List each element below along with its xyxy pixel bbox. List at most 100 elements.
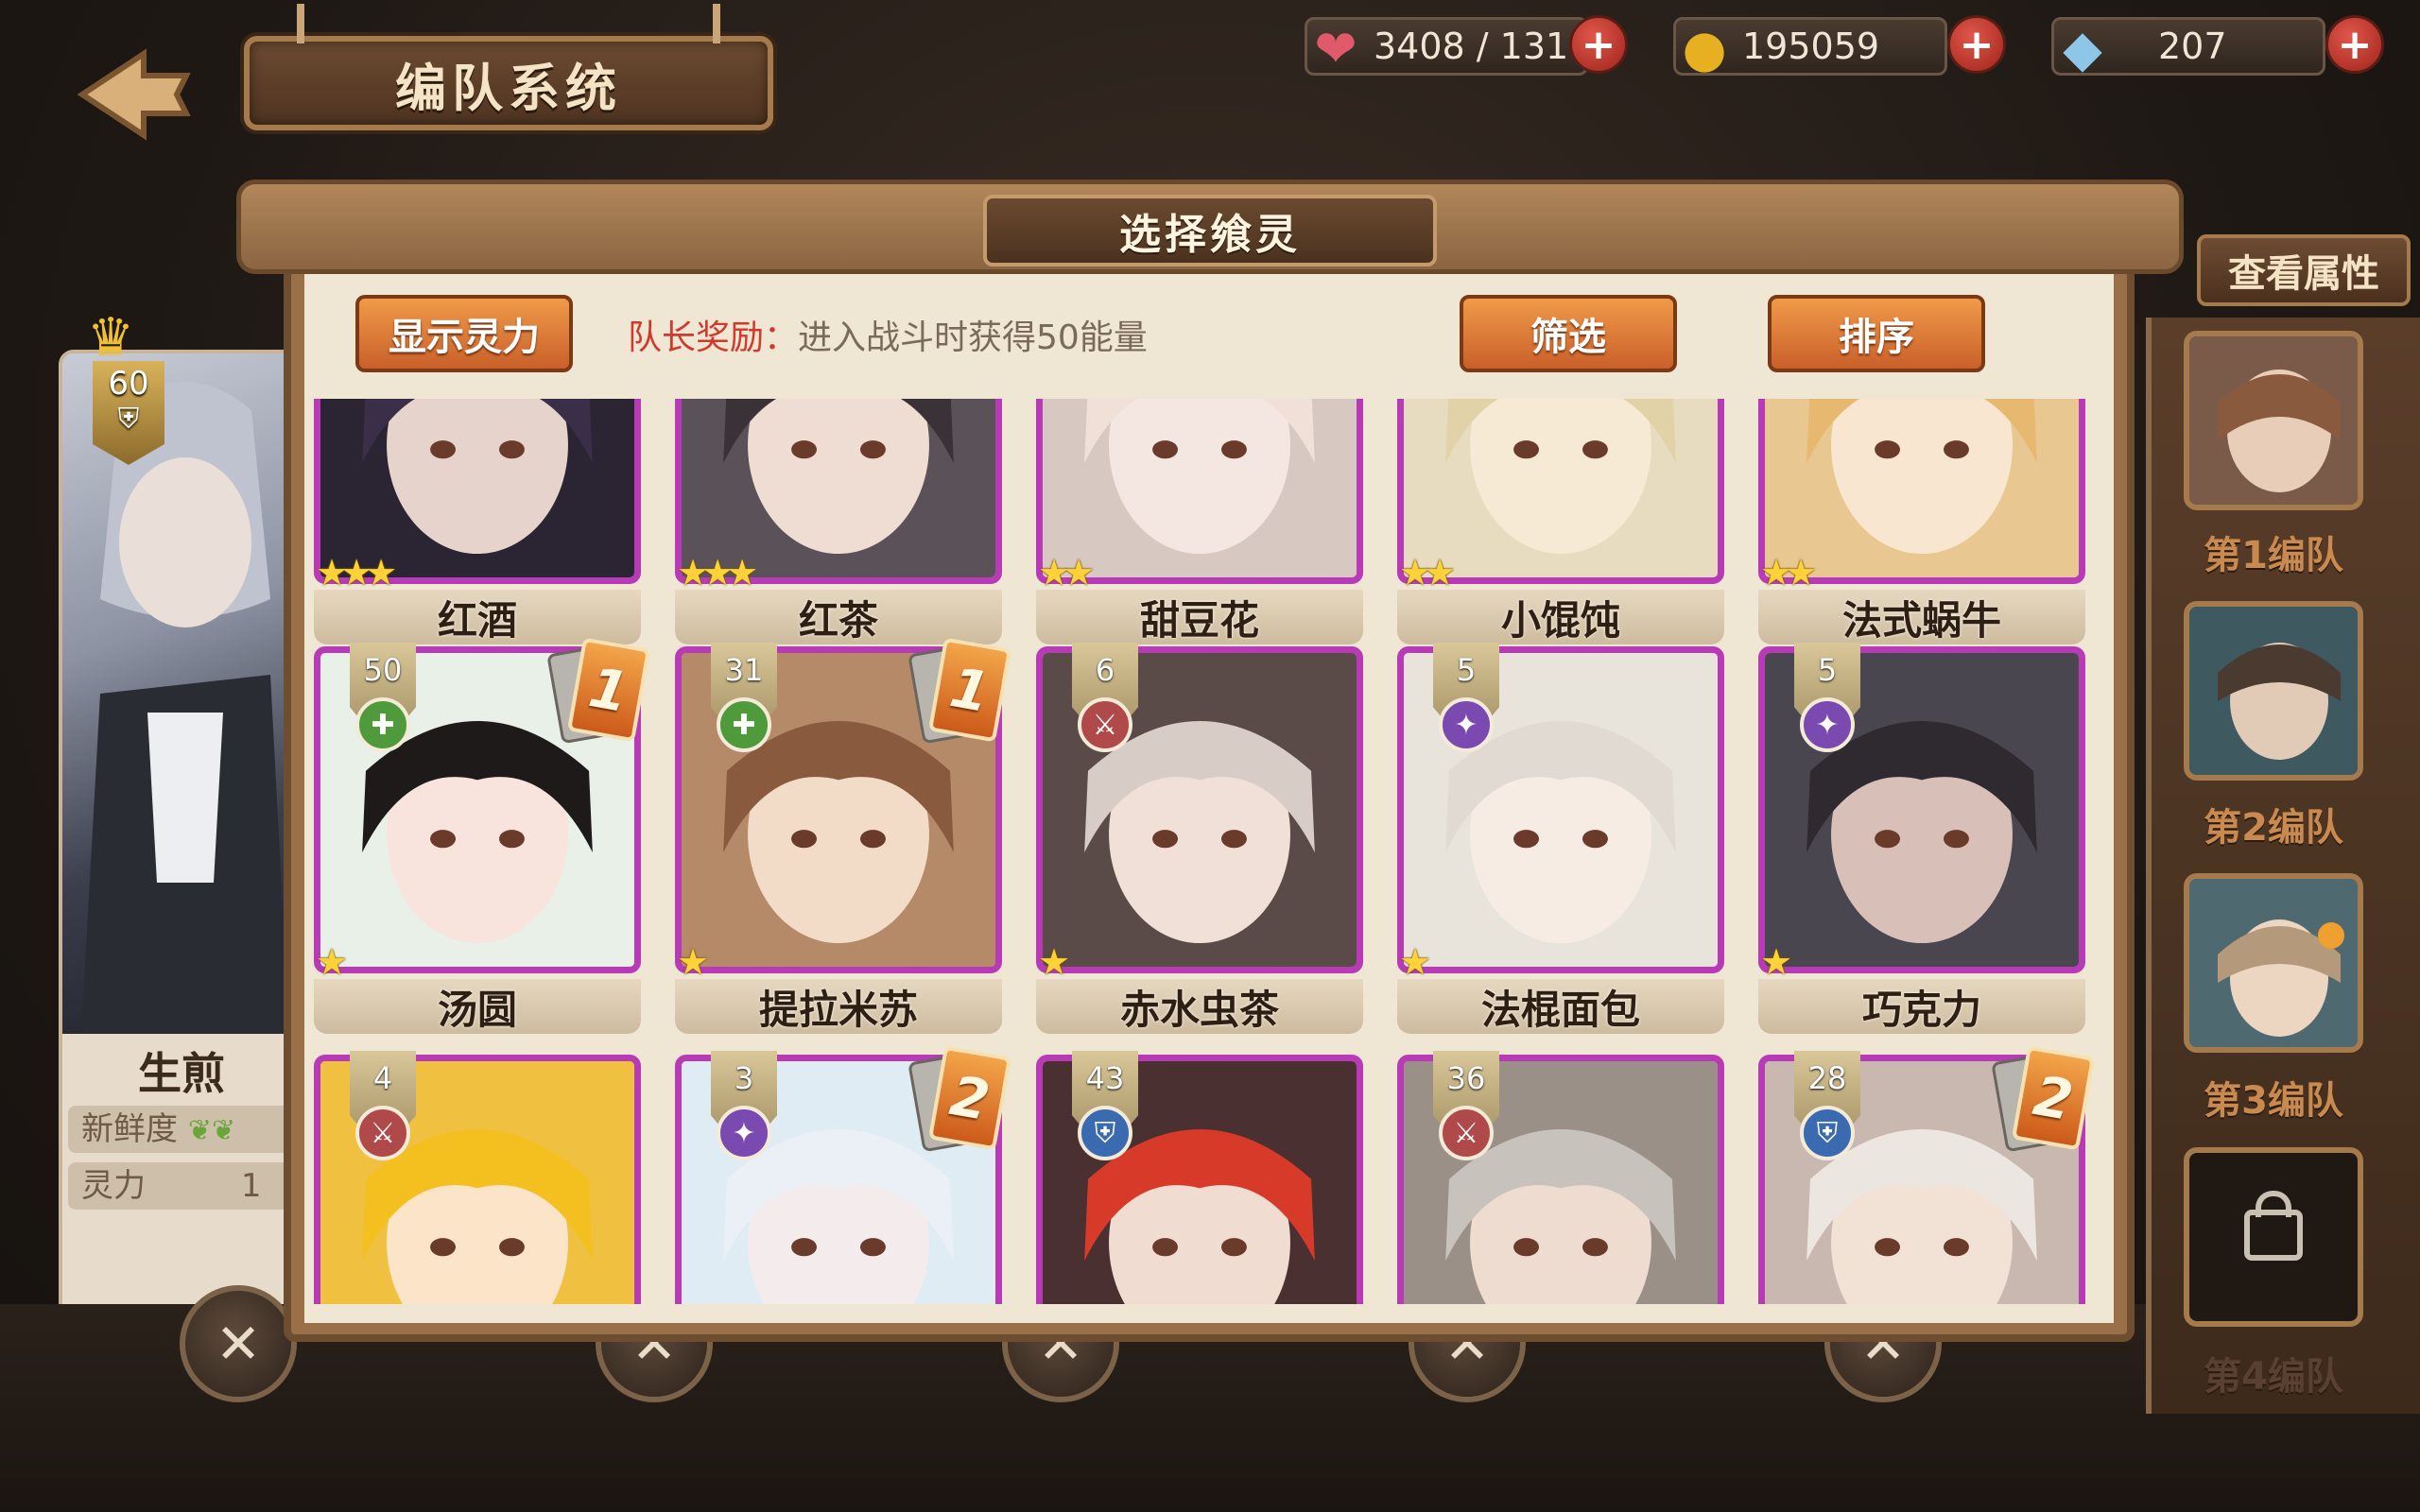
character-name: 提拉米苏 — [675, 979, 1002, 1034]
magic-role-icon: ✦ — [1800, 697, 1855, 752]
team-label-4: 第4编队 — [2204, 1355, 2343, 1399]
star-rating-icon: ★ — [1399, 941, 1431, 983]
filter-button[interactable]: 筛选 — [1460, 295, 1677, 372]
defense-role-icon: ⛨ — [1078, 1106, 1132, 1160]
gold-coin-icon: ● — [1682, 18, 1727, 78]
plus-icon: + — [2337, 20, 2373, 69]
plus-icon: + — [1959, 20, 1995, 69]
shield-icon: ⛨ — [117, 403, 140, 436]
spirit-label: 灵力 — [81, 1167, 146, 1205]
team-card-badge: 1 — [546, 637, 651, 750]
page-title-board: 编队系统 — [244, 4, 773, 130]
team-slot-2[interactable] — [2184, 601, 2363, 781]
magic-role-icon: ✦ — [1439, 697, 1494, 752]
team-label-1: 第1编队 — [2204, 534, 2343, 577]
character-name: 汤圆 — [314, 979, 641, 1034]
character-name: 红酒 — [314, 590, 641, 644]
star-rating-icon: ★★ — [1399, 552, 1456, 593]
crown-icon: ♛ — [87, 307, 135, 369]
leaf-icon: ❦❦ — [187, 1114, 236, 1147]
crystal-icon: ◆ — [2063, 18, 2102, 78]
character-name: 赤水虫茶 — [1036, 979, 1363, 1034]
leader-portrait — [62, 353, 301, 1034]
star-rating-icon: ★ — [1760, 941, 1792, 983]
star-rating-icon: ★ — [1038, 941, 1070, 983]
character-name: 法式蜗牛 — [1758, 590, 2085, 644]
add-gold-button[interactable]: + — [1947, 15, 2006, 74]
dialog-title-plate: 选择飨灵 — [983, 195, 1437, 266]
character-card[interactable]: ★★ 法式蜗牛 — [1758, 399, 2085, 646]
character-card[interactable]: ★★★ 红茶 — [675, 399, 1002, 646]
star-rating-icon: ★★★ — [677, 552, 758, 593]
star-rating-icon: ★★ — [1760, 552, 1817, 593]
star-rating-icon: ★★ — [1038, 552, 1095, 593]
leader-bonus: 队长奖励：进入战斗时获得50能量 — [628, 310, 1148, 359]
defense-role-icon: ⛨ — [1800, 1106, 1855, 1160]
freshness-label: 新鲜度 — [81, 1110, 178, 1148]
plus-icon: + — [1581, 20, 1616, 69]
team-label-3: 第3编队 — [2204, 1079, 2343, 1123]
team-card-badge: 1 — [908, 637, 1012, 750]
stamina-value: 3408 / 131 — [1374, 26, 1569, 67]
character-card[interactable]: 31 ✚ 1 ★ 提拉米苏 — [675, 637, 1012, 1036]
sort-button[interactable]: 排序 — [1768, 295, 1985, 372]
character-card[interactable]: 4 ⚔ — [314, 1051, 641, 1304]
page-title: 编队系统 — [395, 57, 622, 118]
lock-icon — [2244, 1210, 2303, 1261]
team-slot-4[interactable] — [2184, 1147, 2363, 1327]
character-card[interactable]: 5 ✦ ★ 法棍面包 — [1397, 643, 1724, 1036]
team-card-badge: 2 — [908, 1045, 1012, 1159]
show-power-button[interactable]: 显示灵力 — [355, 295, 573, 372]
leader-name: 生煎 — [138, 1048, 225, 1099]
heal-role-icon: ✚ — [717, 697, 771, 752]
character-card[interactable]: 5 ✦ ★ 巧克力 — [1758, 643, 2085, 1036]
back-button[interactable] — [59, 38, 210, 151]
character-card[interactable]: 50 ✚ 1 ★ 汤圆 — [314, 637, 651, 1036]
leader-level: 60 — [108, 365, 149, 403]
heal-role-icon: ✚ — [355, 697, 410, 752]
team-label-2: 第2编队 — [2204, 806, 2343, 850]
character-name: 红茶 — [675, 590, 1002, 644]
spirit-value: 1 — [240, 1167, 262, 1205]
attack-role-icon: ⚔ — [355, 1106, 410, 1160]
character-card[interactable]: 43 ⛨ — [1036, 1051, 1363, 1304]
cutlery-icon[interactable]: ✕ — [180, 1285, 297, 1402]
gem-value: 207 — [2158, 26, 2227, 67]
team-card-badge: 2 — [1991, 1045, 2096, 1159]
team-slot-3[interactable] — [2184, 873, 2363, 1053]
character-name: 巧克力 — [1758, 979, 2085, 1034]
star-rating-icon: ★ — [316, 941, 348, 983]
star-rating-icon: ★★★ — [316, 552, 397, 593]
gold-value: 195059 — [1742, 26, 1880, 67]
heart-icon: ❤ — [1314, 18, 1357, 78]
character-card[interactable]: ★★ 小馄饨 — [1397, 399, 1724, 646]
character-name: 法棍面包 — [1397, 979, 1724, 1034]
team-slot-1[interactable] — [2184, 331, 2363, 510]
character-card[interactable]: 6 ⚔ ★ 赤水虫茶 — [1036, 643, 1363, 1036]
character-grid: ★★★ 红酒 ★★★ 红茶 ★★ 甜豆花 ★★ 小馄饨 ★★ 法式蜗牛 50 ✚ 1 ★ 汤圆 31 ✚ 1 ★ 提拉… — [304, 399, 2114, 1304]
stamina-counter: ❤ 3408 / 131 — [1305, 17, 1588, 78]
add-stamina-button[interactable]: + — [1569, 15, 1628, 74]
character-card[interactable]: ★★ 甜豆花 — [1036, 399, 1363, 646]
character-card[interactable]: ★★★ 红酒 — [314, 399, 641, 646]
character-name: 小馄饨 — [1397, 590, 1724, 644]
character-name: 甜豆花 — [1036, 590, 1363, 644]
leader-bonus-text: 进入战斗时获得50能量 — [798, 318, 1148, 357]
star-rating-icon: ★ — [677, 941, 709, 983]
view-attributes-button[interactable]: 查看属性 — [2197, 234, 2411, 306]
character-card[interactable]: 36 ⚔ — [1397, 1051, 1724, 1304]
lock-shackle — [2256, 1191, 2291, 1217]
leader-bonus-label: 队长奖励： — [628, 318, 799, 357]
spirit-row: 灵力 1 — [68, 1162, 295, 1210]
dialog-title: 选择飨灵 — [1119, 211, 1301, 259]
character-card[interactable]: 3 ✦ 2 — [675, 1045, 1012, 1304]
leader-level-badge: 60 ⛨ — [93, 361, 164, 465]
character-card[interactable]: 28 ⛨ 2 — [1758, 1045, 2096, 1304]
freshness-row: 新鲜度 ❦❦ — [68, 1106, 295, 1153]
magic-role-icon: ✦ — [717, 1106, 771, 1160]
attack-role-icon: ⚔ — [1439, 1106, 1494, 1160]
gem-counter: ◆ 207 — [2051, 17, 2325, 78]
attack-role-icon: ⚔ — [1078, 697, 1132, 752]
add-gem-button[interactable]: + — [2325, 15, 2384, 74]
back-arrow-icon — [77, 48, 191, 141]
